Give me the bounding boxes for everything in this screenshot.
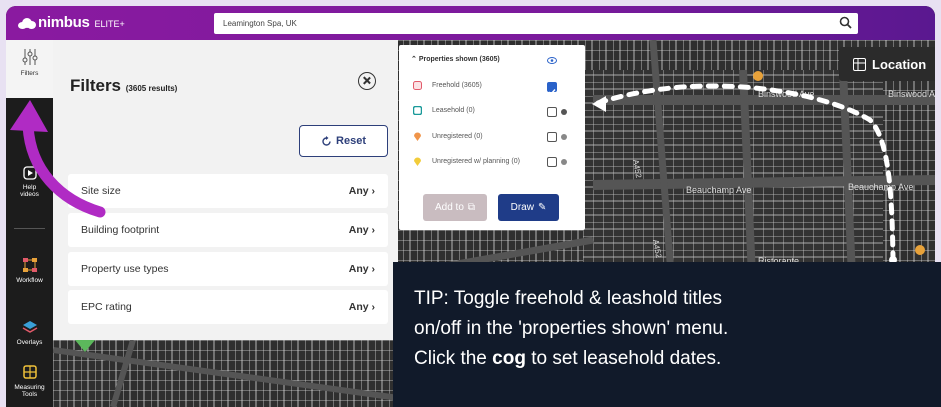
- tip-line-2: on/off in the 'properties shown' menu.: [414, 318, 729, 339]
- tip-callout: TIP: Toggle freehold & leashold titles o…: [393, 262, 941, 407]
- leader-arrow-icon: [592, 96, 606, 112]
- tip-line-3: Click the cog to set leasehold dates.: [414, 348, 722, 369]
- dotted-leader-line: [595, 83, 896, 261]
- tutorial-arrow-icon: [22, 119, 106, 218]
- tip-line-1: TIP: Toggle freehold & leashold titles: [414, 288, 723, 309]
- arrow-head-icon: [10, 100, 48, 132]
